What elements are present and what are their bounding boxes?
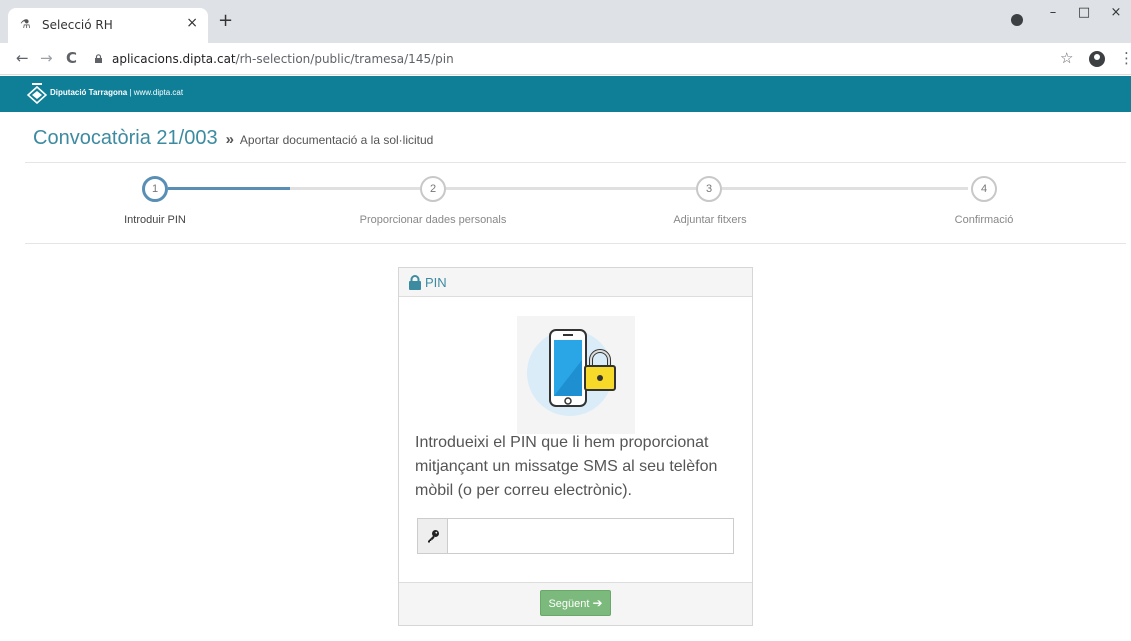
key-icon — [428, 530, 439, 543]
lock-icon — [409, 275, 421, 290]
browser-tab[interactable]: ⚗ Selecció RH × — [8, 8, 208, 43]
url-host: aplicacions.dipta.cat — [112, 52, 236, 66]
page-subtitle: Aportar documentació a la sol·licitud — [239, 133, 434, 147]
step-line — [290, 187, 420, 190]
pin-input-group — [417, 518, 734, 554]
browser-toolbar: ← → C aplicacions.dipta.cat/rh-selection… — [0, 43, 1131, 75]
address-bar[interactable]: aplicacions.dipta.cat/rh-selection/publi… — [112, 52, 454, 66]
step-3-circle: 3 — [696, 176, 722, 202]
extension-icon[interactable] — [1011, 14, 1023, 26]
arrow-right-icon: ➔ — [592, 596, 603, 610]
panel-header: PIN — [399, 268, 752, 297]
brand-name: Diputació Tarragona — [50, 88, 128, 97]
brand-website: www.dipta.cat — [133, 88, 184, 97]
forward-arrow-icon[interactable]: → — [40, 49, 53, 67]
step-progress-line — [168, 187, 290, 190]
bookmark-star-icon[interactable]: ☆ — [1060, 49, 1073, 67]
step-4-label: Confirmació — [954, 214, 1014, 226]
site-header: Diputació Tarragona | www.dipta.cat — [0, 76, 1131, 112]
step-1-circle: 1 — [142, 176, 168, 202]
next-button[interactable]: Següent ➔ — [540, 590, 611, 616]
divider — [25, 162, 1126, 163]
step-4-circle: 4 — [971, 176, 997, 202]
page-heading: Convocatòria 21/003 » Aportar documentació… — [33, 127, 433, 150]
flask-icon: ⚗ — [20, 17, 31, 31]
diputacio-logo-icon — [27, 83, 47, 104]
minimize-button[interactable]: – — [1043, 5, 1063, 20]
url-path: /rh-selection/public/tramesa/145/pin — [235, 52, 454, 66]
step-2-circle: 2 — [420, 176, 446, 202]
site-brand[interactable]: Diputació Tarragona | www.dipta.cat — [50, 88, 183, 97]
close-window-button[interactable]: × — [1106, 5, 1126, 20]
input-addon — [418, 519, 448, 553]
browser-menu-icon[interactable]: ⋮ — [1119, 49, 1131, 67]
step-2-label: Proporcionar dades personals — [359, 214, 507, 226]
panel-footer: Següent ➔ — [399, 582, 752, 625]
maximize-button[interactable]: □ — [1074, 5, 1094, 20]
step-1-label: Introduir PIN — [124, 214, 186, 226]
secure-lock-icon — [95, 54, 102, 63]
new-tab-button[interactable]: + — [218, 12, 233, 30]
pin-instructions: Introdueixi el PIN que li hem proporcion… — [415, 434, 718, 499]
reload-icon[interactable]: C — [66, 49, 77, 67]
panel-title: PIN — [425, 275, 447, 290]
breadcrumb-separator-icon: » — [225, 131, 234, 148]
brand-separator: | — [129, 88, 132, 97]
step-3-label: Adjuntar fitxers — [673, 214, 747, 226]
pin-panel: PIN Introdueixi el PIN que li hem propor… — [398, 267, 753, 626]
next-button-label: Següent — [548, 598, 590, 610]
divider — [25, 243, 1126, 244]
tab-title: Selecció RH — [42, 18, 113, 32]
back-arrow-icon[interactable]: ← — [16, 49, 29, 67]
page-title: Convocatòria 21/003 — [33, 127, 218, 149]
step-line — [722, 187, 968, 190]
phone-padlock-icon — [517, 316, 635, 434]
account-icon[interactable] — [1089, 51, 1105, 67]
step-line — [446, 187, 696, 190]
browser-tabstrip: ⚗ Selecció RH × + – □ × — [0, 0, 1131, 43]
pin-input[interactable] — [449, 519, 733, 553]
close-tab-icon[interactable]: × — [186, 15, 198, 31]
